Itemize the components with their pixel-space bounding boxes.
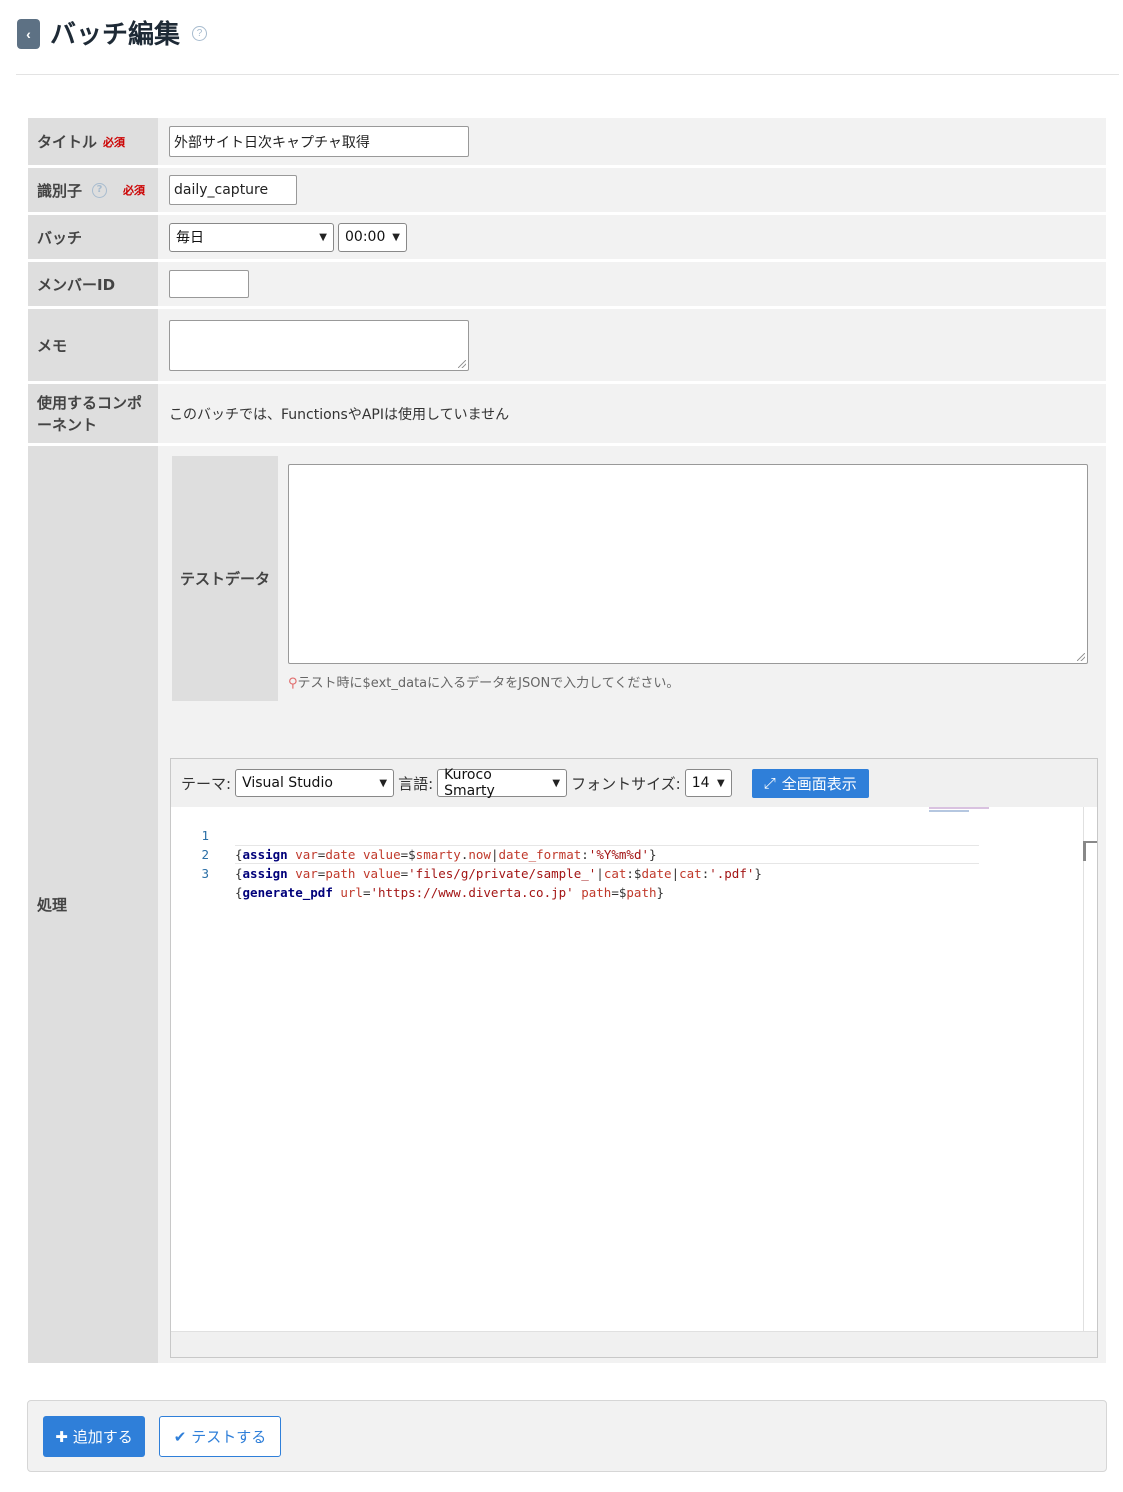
lightbulb-icon: ⚲ xyxy=(288,676,298,691)
language-label: 言語: xyxy=(398,774,434,793)
required-badge: 必須 xyxy=(123,184,146,197)
code-line: 1 {assign var=date value=$smarty.now|dat… xyxy=(171,807,656,862)
chevron-left-icon: ‹ xyxy=(26,26,31,42)
row-processing: 処理 テストデータ ⚲テスト時に$ext_dataに入るデータをJSONで入力し… xyxy=(28,446,1106,1366)
help-icon[interactable]: ? xyxy=(192,26,207,41)
chevron-down-icon: ▼ xyxy=(319,231,327,243)
row-components: 使用するコンポーネント このバッチでは、FunctionsやAPIは使用していま… xyxy=(28,384,1106,446)
time-select[interactable]: 00:00 ▼ xyxy=(338,222,407,252)
check-icon: ✔ xyxy=(173,1427,187,1446)
header-divider xyxy=(16,74,1119,75)
chevron-down-icon: ▼ xyxy=(717,777,725,789)
action-bar: ✚ 追加する ✔ テストする xyxy=(27,1400,1107,1472)
title-input[interactable]: 外部サイト日次キャプチャ取得 xyxy=(169,126,469,157)
fullscreen-button[interactable]: ⤢ 全画面表示 xyxy=(751,768,869,798)
code-editor: テーマ: Visual Studio ▼ 言語: Kuroco Smarty ▼… xyxy=(170,758,1098,1358)
editor-scrollbar[interactable] xyxy=(1083,807,1097,1333)
memo-textarea[interactable] xyxy=(169,319,469,371)
add-button[interactable]: ✚ 追加する xyxy=(43,1416,145,1457)
language-select[interactable]: Kuroco Smarty ▼ xyxy=(437,767,568,799)
test-data-hint: ⚲テスト時に$ext_dataに入るデータをJSONで入力してください。 xyxy=(288,676,680,691)
memo-label: メモ xyxy=(28,309,158,381)
resize-grip-icon[interactable] xyxy=(1077,653,1085,661)
member-id-label: メンバーID xyxy=(28,262,158,306)
identifier-input[interactable]: daily_capture xyxy=(169,175,297,205)
theme-label: テーマ: xyxy=(181,774,232,793)
expand-icon: ⤢ xyxy=(763,774,776,792)
editor-toolbar: テーマ: Visual Studio ▼ 言語: Kuroco Smarty ▼… xyxy=(171,759,1097,807)
required-badge: 必須 xyxy=(103,135,126,149)
row-batch: バッチ 毎日 ▼ 00:00 ▼ xyxy=(28,215,1106,262)
member-id-input[interactable] xyxy=(169,270,249,298)
chevron-down-icon: ▼ xyxy=(392,231,400,243)
title-label: タイトル 必須 xyxy=(28,118,158,165)
theme-select[interactable]: Visual Studio ▼ xyxy=(235,769,395,797)
row-identifier: 識別子 ? 必須 daily_capture xyxy=(28,168,1106,215)
components-label: 使用するコンポーネント xyxy=(28,384,158,443)
processing-label: 処理 xyxy=(28,446,158,1363)
help-icon[interactable]: ? xyxy=(92,182,108,198)
font-size-label: フォントサイズ: xyxy=(571,774,681,793)
chevron-down-icon: ▼ xyxy=(379,777,388,789)
batch-label: バッチ xyxy=(28,215,158,259)
code-line: 3 {generate_pdf url='https://www.diverta… xyxy=(171,845,664,900)
font-size-select[interactable]: 14 ▼ xyxy=(684,769,732,797)
page-header: ‹ バッチ編集 ? xyxy=(0,0,1123,75)
components-text: このバッチでは、FunctionsやAPIは使用していません xyxy=(169,406,510,423)
back-button[interactable]: ‹ xyxy=(17,19,40,49)
test-data-label: テストデータ xyxy=(172,456,278,701)
resize-grip-icon[interactable] xyxy=(458,359,466,368)
line-number: 3 xyxy=(201,866,209,881)
editor-footer xyxy=(171,1331,1097,1357)
test-button[interactable]: ✔ テストする xyxy=(159,1416,281,1457)
plus-icon: ✚ xyxy=(55,1427,68,1446)
page-title: バッチ編集 xyxy=(50,20,181,50)
frequency-select[interactable]: 毎日 ▼ xyxy=(169,222,334,252)
code-line: 2 {assign var=path value='files/g/privat… xyxy=(171,826,761,881)
test-data-textarea[interactable] xyxy=(288,464,1088,664)
identifier-label: 識別子 ? 必須 xyxy=(28,168,158,212)
row-title: タイトル 必須 外部サイト日次キャプチャ取得 xyxy=(28,118,1106,168)
code-area[interactable]: 1 {assign var=date value=$smarty.now|dat… xyxy=(171,807,1097,1333)
row-member-id: メンバーID xyxy=(28,262,1106,309)
minimap[interactable] xyxy=(929,807,989,813)
scroll-thumb[interactable] xyxy=(1083,841,1097,861)
chevron-down-icon: ▼ xyxy=(552,777,561,789)
batch-form: タイトル 必須 外部サイト日次キャプチャ取得 識別子 ? 必須 daily_ca… xyxy=(28,118,1106,1366)
row-memo: メモ xyxy=(28,309,1106,384)
